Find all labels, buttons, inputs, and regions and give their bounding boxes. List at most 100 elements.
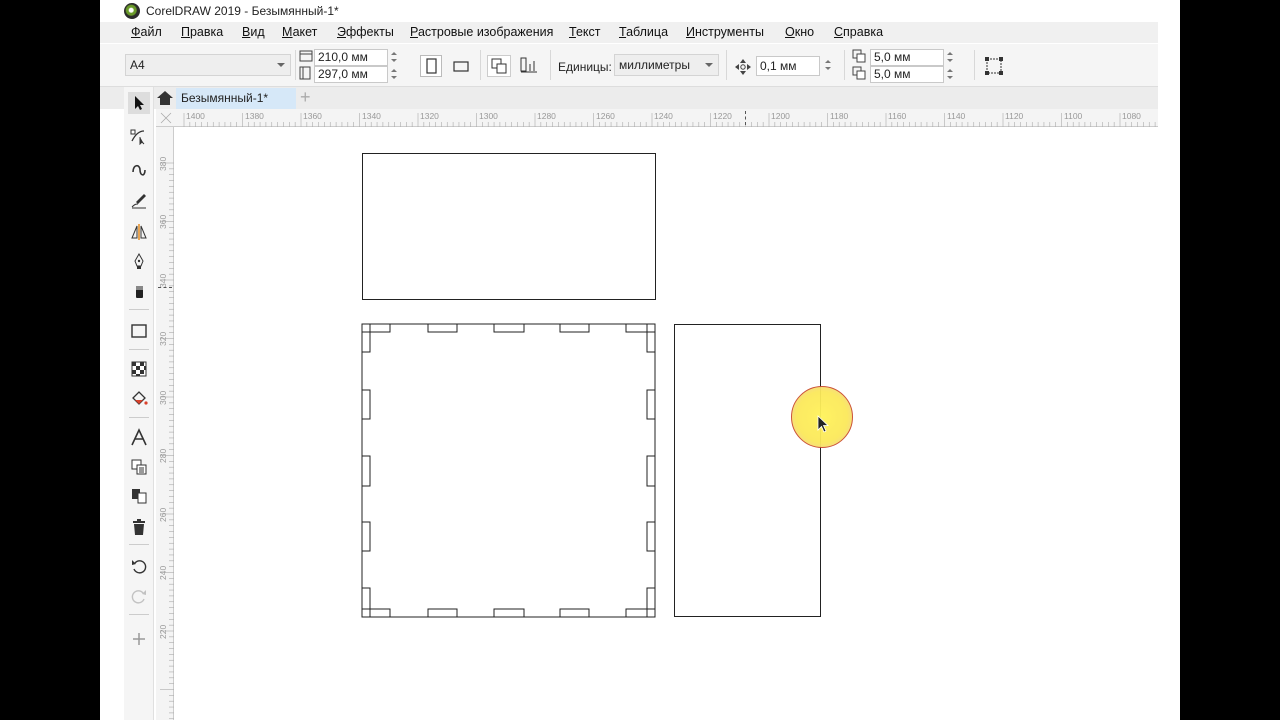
ruler-label: 1320 (420, 111, 439, 121)
landscape-button[interactable] (450, 55, 472, 77)
delete-button[interactable] (128, 516, 150, 538)
ruler-label: 1160 (888, 111, 907, 121)
box-end-rectangle[interactable] (674, 324, 821, 617)
menu-table[interactable]: Таблица (619, 25, 668, 39)
pointer-icon (135, 96, 144, 110)
brush-icon (131, 194, 146, 209)
paint-bucket-icon (132, 391, 148, 405)
checkerboard-icon (131, 361, 147, 377)
customize-toolbox-button[interactable] (128, 628, 150, 650)
chevron-down-icon (705, 63, 713, 67)
redo-button[interactable] (128, 585, 150, 607)
plus-icon (133, 633, 145, 645)
current-page-button[interactable] (518, 55, 542, 77)
ruler-label: 280 (158, 448, 168, 463)
ruler-label: 1240 (654, 111, 673, 121)
text-a-icon (131, 428, 147, 446)
copy-properties-icon (131, 459, 147, 475)
page-size-select[interactable]: A4 (125, 54, 291, 76)
menu-effects[interactable]: Эффекты (337, 25, 394, 39)
ruler-label: 1220 (713, 111, 732, 121)
shape-tool[interactable] (128, 125, 150, 147)
artistic-media-tool[interactable] (128, 190, 150, 212)
divider (129, 417, 149, 418)
duplicate-x-spinner[interactable] (944, 49, 958, 66)
ruler-label: 240 (158, 565, 168, 580)
menu-help[interactable]: Справка (834, 25, 883, 39)
ruler-label: 220 (158, 624, 168, 639)
nudge-icon (735, 59, 751, 75)
ruler-label: 1120 (1005, 111, 1024, 121)
duplicate-y-field[interactable]: 5,0 мм (870, 66, 944, 83)
ruler-label: 1300 (479, 111, 498, 121)
home-icon[interactable] (156, 90, 174, 106)
eraser-tool[interactable] (128, 281, 150, 303)
interactive-fill-tool[interactable] (128, 388, 150, 410)
portrait-button[interactable] (420, 55, 442, 77)
page-width-field[interactable]: 210,0 мм (314, 49, 388, 66)
page-height-icon (299, 66, 311, 80)
undo-icon (132, 560, 147, 574)
ruler-label: 1400 (186, 111, 205, 121)
units-select[interactable]: миллиметры (614, 54, 719, 76)
menu-view[interactable]: Вид (242, 25, 265, 39)
vertical-ruler[interactable]: 380 360 340 320 300 280 260 240 220 (156, 127, 174, 720)
tab-document-label: Безымянный-1* (181, 91, 269, 105)
portrait-icon (426, 58, 437, 74)
menu-edit[interactable]: Правка (181, 25, 223, 39)
add-tab-button[interactable]: + (300, 88, 311, 106)
duplicate-y-spinner[interactable] (944, 66, 958, 83)
divider (129, 309, 149, 310)
page-height-spinner[interactable] (388, 66, 402, 83)
copy-properties-tool[interactable] (128, 456, 150, 478)
transparency-tool[interactable] (128, 358, 150, 380)
ruler-cursor-marker (745, 111, 746, 125)
ruler-label: 1280 (537, 111, 556, 121)
menu-layout[interactable]: Макет (282, 25, 317, 39)
symmetry-tool[interactable] (128, 221, 150, 243)
page-height-field[interactable]: 297,0 мм (314, 66, 388, 83)
box-side-panel-with-tabs[interactable] (360, 322, 658, 620)
divider (844, 50, 845, 80)
coreldraw-window: CorelDRAW 2019 - Безымянный-1* Файл Прав… (100, 0, 1180, 720)
current-page-icon (520, 57, 537, 73)
pen-tool[interactable] (128, 251, 150, 273)
freehand-icon (132, 164, 146, 176)
menu-window[interactable]: Окно (785, 25, 814, 39)
ruler-label: 1180 (830, 111, 849, 121)
menu-file[interactable]: Файл (131, 25, 162, 39)
window-title: CorelDRAW 2019 - Безымянный-1* (146, 4, 339, 18)
pen-nib-icon (134, 253, 144, 269)
pick-tool[interactable] (128, 92, 150, 114)
ruler-label: 1140 (947, 111, 966, 121)
divider (129, 544, 149, 545)
ruler-label: 340 (158, 273, 168, 288)
all-pages-button[interactable] (487, 55, 511, 77)
undo-button[interactable] (128, 555, 150, 577)
coreldraw-logo-icon (124, 3, 140, 19)
ruler-label: 320 (158, 331, 168, 346)
treat-as-filled-button[interactable] (982, 54, 1006, 78)
tab-document[interactable]: Безымянный-1* (176, 88, 296, 109)
page-width-spinner[interactable] (388, 49, 402, 66)
page-width-value: 210,0 мм (318, 50, 368, 64)
chevron-down-icon (277, 63, 285, 67)
menu-tools[interactable]: Инструменты (686, 25, 764, 39)
box-lid-rectangle[interactable] (362, 153, 656, 300)
menu-text[interactable]: Текст (569, 25, 600, 39)
menu-bitmaps[interactable]: Растровые изображения (410, 25, 553, 39)
symmetry-icon (131, 224, 147, 240)
clone-tool[interactable] (128, 485, 150, 507)
all-pages-icon (491, 58, 507, 74)
horizontal-ruler[interactable]: 1400 1380 1360 1340 1320 1300 1280 1260 … (156, 109, 1158, 127)
duplicate-x-icon (852, 49, 866, 63)
eraser-icon (136, 286, 143, 298)
nudge-spinner[interactable] (822, 57, 836, 74)
nudge-field[interactable]: 0,1 мм (756, 56, 820, 76)
duplicate-x-field[interactable]: 5,0 мм (870, 49, 944, 66)
rectangle-tool[interactable] (128, 320, 150, 342)
duplicate-x-value: 5,0 мм (874, 50, 911, 64)
text-tool[interactable] (128, 427, 150, 449)
freehand-tool[interactable] (128, 160, 150, 182)
drawing-canvas[interactable] (175, 128, 1158, 720)
